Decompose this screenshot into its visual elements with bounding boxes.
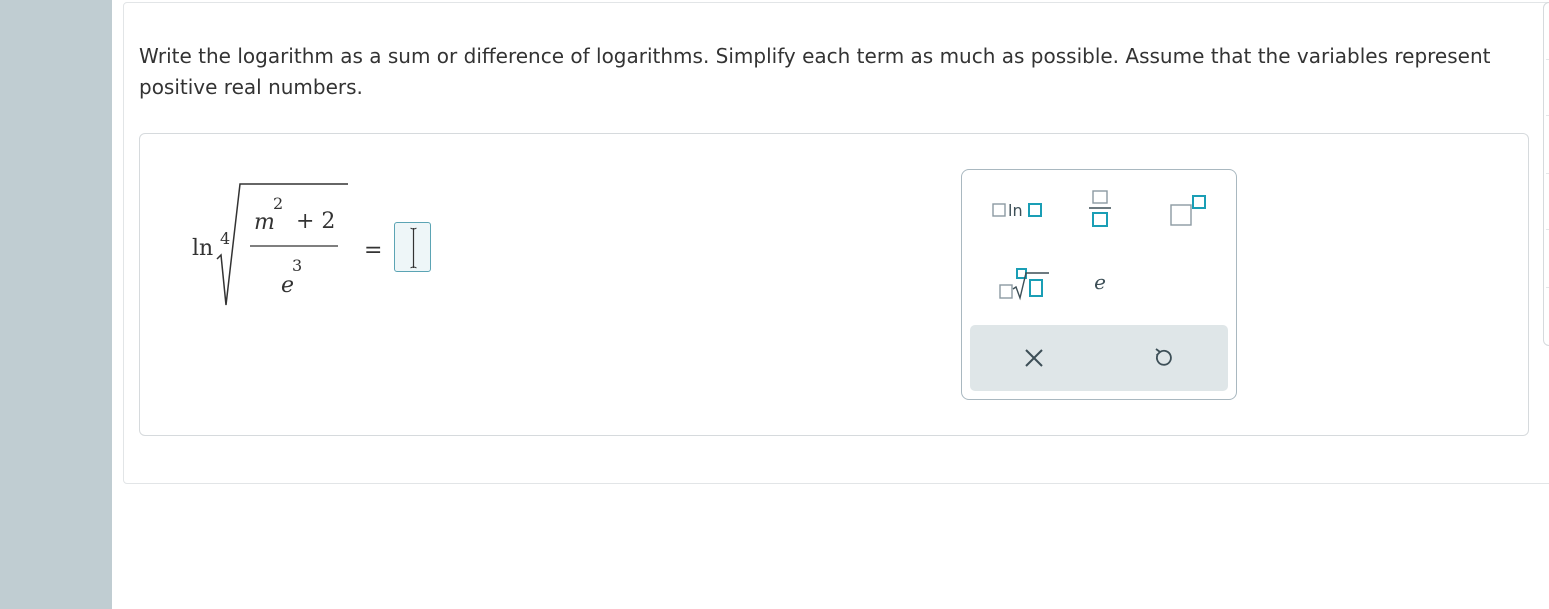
left-rail [0, 0, 112, 609]
palette-actions [970, 325, 1228, 391]
numerator-plus-term: + 2 [296, 209, 335, 234]
question-instructions: Write the logarithm as a sum or differen… [139, 44, 1491, 99]
side-panel [1543, 2, 1549, 346]
ln-operator: ln [192, 236, 213, 261]
fraction-template-button[interactable] [1072, 184, 1128, 234]
math-palette: ln e [961, 169, 1237, 400]
close-icon [1025, 349, 1043, 367]
denominator-exponent: 3 [292, 256, 302, 275]
numerator-variable: m [254, 210, 275, 235]
numerator-exponent: 2 [273, 194, 283, 213]
box-ln-box-icon: ln [992, 201, 1042, 220]
denominator-base: e [281, 273, 294, 298]
clear-button[interactable] [1002, 334, 1066, 382]
superscript-icon [1170, 195, 1206, 226]
root-index: 4 [220, 229, 230, 248]
e-constant-label: e [1094, 270, 1106, 294]
superscript-template-button[interactable] [1158, 186, 1218, 236]
equals-sign: = [364, 238, 382, 263]
fraction-icon [1089, 190, 1111, 227]
text-cursor-icon [410, 227, 417, 269]
e-constant-button[interactable]: e [1074, 262, 1126, 302]
svg-text:ln: ln [1008, 201, 1023, 220]
answer-input[interactable] [394, 222, 431, 272]
undo-icon [1155, 348, 1172, 366]
nth-root-template-button[interactable] [974, 258, 1064, 308]
undo-button[interactable] [1131, 334, 1195, 382]
nth-root-icon [999, 268, 1049, 301]
log-template-button[interactable]: ln [974, 188, 1064, 232]
